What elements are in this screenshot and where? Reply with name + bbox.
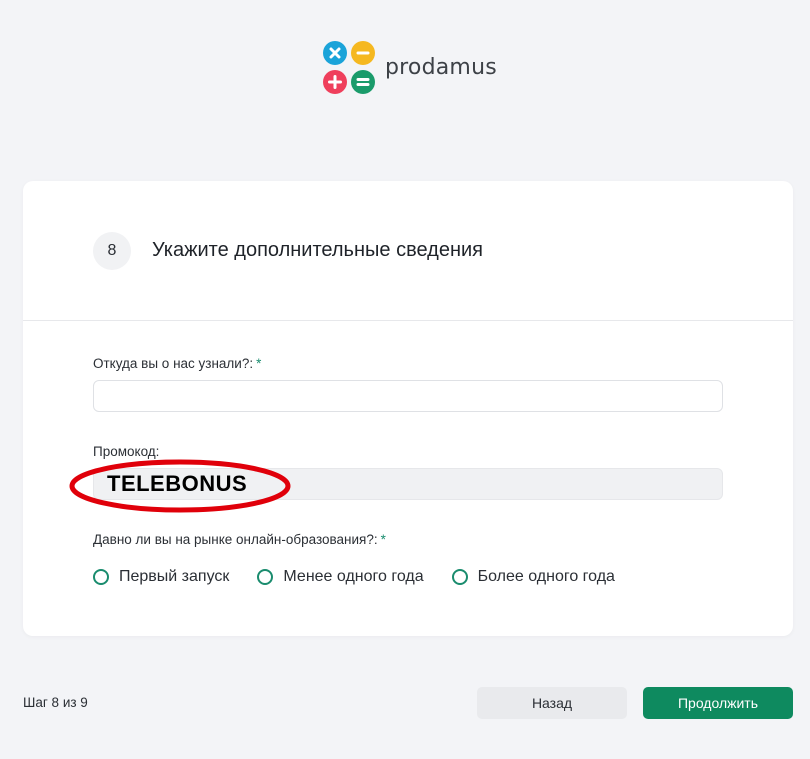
- source-label-text: Откуда вы о нас узнали?:: [93, 356, 254, 371]
- equals-icon: [351, 70, 375, 94]
- radio-less-than-year[interactable]: Менее одного года: [257, 568, 424, 586]
- required-mark: *: [256, 356, 262, 371]
- radio-label: Более одного года: [477, 568, 615, 585]
- promo-value: TELEBONUS: [107, 471, 248, 496]
- radio-more-than-year[interactable]: Более одного года: [451, 568, 615, 586]
- form-card: 8 Укажите дополнительные сведения Откуда…: [23, 181, 793, 636]
- radio-first-launch[interactable]: Первый запуск: [93, 568, 229, 586]
- logo-mark: [323, 41, 375, 94]
- source-label: Откуда вы о нас узнали?: *: [93, 356, 261, 371]
- back-button[interactable]: Назад: [477, 687, 627, 719]
- radio-circle-icon[interactable]: [257, 569, 274, 585]
- step-number-badge: 8: [93, 232, 131, 270]
- radio-label: Первый запуск: [119, 568, 230, 585]
- brand-name: prodamus: [385, 55, 497, 80]
- card-header: 8 Укажите дополнительные сведения: [23, 181, 793, 321]
- multiply-icon: [323, 41, 347, 65]
- experience-radio-group: Первый запуск Менее одного года Более од…: [93, 568, 643, 586]
- source-input[interactable]: [93, 380, 723, 412]
- experience-label-text: Давно ли вы на рынке онлайн-образования?…: [93, 532, 378, 547]
- radio-circle-icon[interactable]: [93, 569, 109, 585]
- brand-logo: prodamus: [323, 41, 497, 94]
- radio-circle-icon[interactable]: [451, 569, 468, 585]
- step-progress-text: Шаг 8 из 9: [23, 695, 88, 710]
- radio-label: Менее одного года: [283, 568, 424, 585]
- experience-label: Давно ли вы на рынке онлайн-образования?…: [93, 532, 386, 547]
- continue-button[interactable]: Продолжить: [643, 687, 793, 719]
- minus-icon: [351, 41, 375, 65]
- card-title: Укажите дополнительные сведения: [152, 239, 483, 261]
- plus-icon: [323, 70, 347, 94]
- required-mark: *: [380, 532, 386, 547]
